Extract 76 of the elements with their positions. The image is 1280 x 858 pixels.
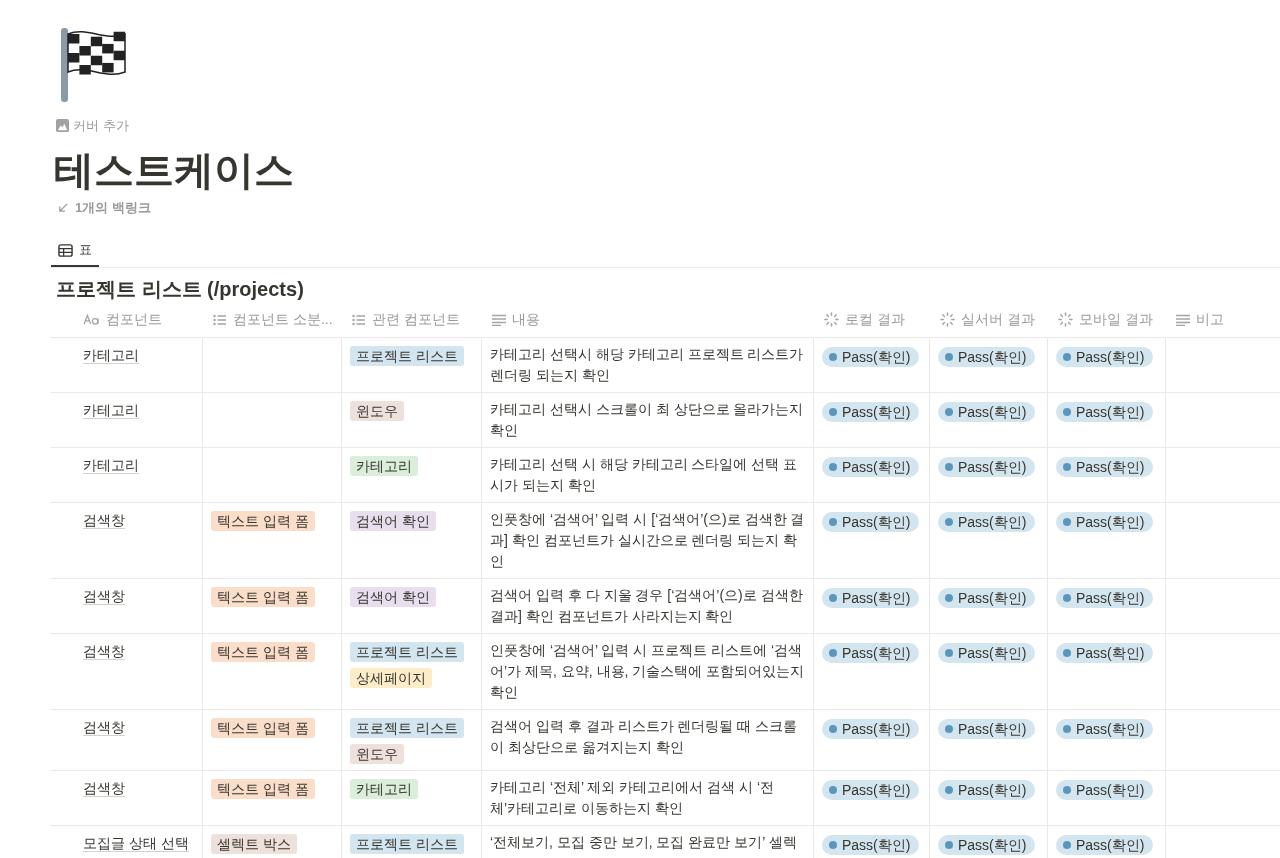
tag: 텍스트 입력 폼: [211, 511, 315, 531]
status-pill: Pass(확인): [1056, 835, 1154, 855]
status-pill: Pass(확인): [938, 835, 1036, 855]
status-pill: Pass(확인): [938, 780, 1036, 800]
content-cell-text: 인풋창에 ‘검색어’ 입력 시 프로젝트 리스트에 ‘검색어’가 제목, 요약, 내용, 기술스택에 포함되어있는지 확인: [490, 641, 805, 702]
list-icon: [352, 313, 366, 326]
status-spinner-icon: [1058, 312, 1073, 327]
tag: 검색어 확인: [350, 511, 436, 531]
status-pill: Pass(확인): [1056, 347, 1154, 367]
status-pill: Pass(확인): [1056, 402, 1154, 422]
page-link[interactable]: 카테고리: [83, 402, 139, 419]
tag: 윈도우: [350, 744, 404, 764]
status-spinner-icon: [824, 312, 839, 327]
status-pill: Pass(확인): [822, 588, 920, 608]
content-cell-text: 카테고리 ‘전체’ 제외 카테고리에서 검색 시 ‘전체’카테고리로 이동하는지 확인: [490, 778, 776, 818]
page-link[interactable]: 모집글 상태 선택: [83, 835, 189, 852]
status-pill: Pass(확인): [822, 643, 920, 663]
status-pill: Pass(확인): [938, 512, 1036, 532]
tag: 텍스트 입력 폼: [211, 718, 315, 738]
status-pill: Pass(확인): [822, 835, 920, 855]
text-lines-icon: [492, 313, 506, 326]
tag: 텍스트 입력 폼: [211, 587, 315, 607]
status-pill: Pass(확인): [1056, 719, 1154, 739]
content-cell-text: 인풋창에 ‘검색어’ 입력 시 [‘검색어’(으)로 검색한 결과] 확인 컴포넌트가 실시간으로 렌더링 되는지 확인: [490, 510, 805, 571]
tag: 카테고리: [350, 779, 418, 799]
status-pill: Pass(확인): [938, 643, 1036, 663]
tag: 윈도우: [350, 401, 404, 421]
page-title: 테스트케이스: [53, 146, 295, 194]
status-spinner-icon: [940, 312, 955, 327]
tag: 텍스트 입력 폼: [211, 779, 315, 799]
table-title: 프로젝트 리스트 (/projects): [55, 277, 305, 302]
status-pill: Pass(확인): [1056, 512, 1154, 532]
status-pill: Pass(확인): [822, 512, 920, 532]
page-link[interactable]: 검색창: [83, 512, 125, 529]
page-link[interactable]: 검색창: [83, 780, 125, 797]
content-cell-text: 카테고리 선택시 스크롤이 최 상단으로 올라가는지 확인: [490, 400, 805, 440]
status-pill: Pass(확인): [1056, 457, 1154, 477]
tag: 프로젝트 리스트: [350, 346, 464, 366]
tag: 프로젝트 리스트: [350, 718, 464, 738]
content-cell-text: 카테고리 선택시 해당 카테고리 프로젝트 리스트가 렌더링 되는지 확인: [490, 345, 805, 385]
status-pill: Pass(확인): [822, 402, 920, 422]
title-property-icon: [83, 314, 100, 325]
status-pill: Pass(확인): [822, 780, 920, 800]
status-pill: Pass(확인): [938, 457, 1036, 477]
status-pill: Pass(확인): [1056, 780, 1154, 800]
page-link[interactable]: 카테고리: [83, 347, 139, 364]
page-link[interactable]: 카테고리: [83, 457, 139, 474]
tag: 프로젝트 리스트: [350, 834, 464, 854]
image-icon: [56, 119, 69, 133]
status-pill: Pass(확인): [1056, 588, 1154, 608]
table-icon: [58, 242, 73, 258]
status-pill: Pass(확인): [822, 457, 920, 477]
content-cell-text: ‘전체보기, 모집 중만 보기, 모집 완료만 보기’ 셀렉: [490, 833, 798, 852]
view-tab[interactable]: 표: [51, 235, 99, 267]
text-lines-icon: [1176, 313, 1190, 326]
content-cell-text: 검색어 입력 후 다 지울 경우 [‘검색어’(으)로 검색한 결과] 확인 컴포넌트가 사라지는지 확인: [490, 586, 804, 626]
status-pill: Pass(확인): [822, 347, 920, 367]
arrow-icon: [58, 201, 69, 213]
content-cell-text: 검색어 입력 후 결과 리스트가 렌더링될 때 스크롤이 최상단으로 옮겨지는지 확인: [490, 717, 799, 757]
page-link[interactable]: 검색창: [83, 719, 125, 736]
content-cell-text: 카테고리 선택 시 해당 카테고리 스타일에 선택 표시가 되는지 확인: [490, 455, 799, 495]
page-link[interactable]: 검색창: [83, 643, 125, 660]
tag: 셀렉트 박스: [211, 834, 297, 854]
status-pill: Pass(확인): [938, 347, 1036, 367]
status-pill: Pass(확인): [1056, 643, 1154, 663]
status-pill: Pass(확인): [938, 719, 1036, 739]
page-link[interactable]: 검색창: [83, 588, 125, 605]
tag: 텍스트 입력 폼: [211, 642, 315, 662]
tag: 프로젝트 리스트: [350, 642, 464, 662]
tag: 상세페이지: [350, 668, 432, 688]
tag: 검색어 확인: [350, 587, 436, 607]
status-pill: Pass(확인): [938, 402, 1036, 422]
tag: 카테고리: [350, 456, 418, 476]
status-pill: Pass(확인): [938, 588, 1036, 608]
list-icon: [213, 313, 227, 326]
status-pill: Pass(확인): [822, 719, 920, 739]
